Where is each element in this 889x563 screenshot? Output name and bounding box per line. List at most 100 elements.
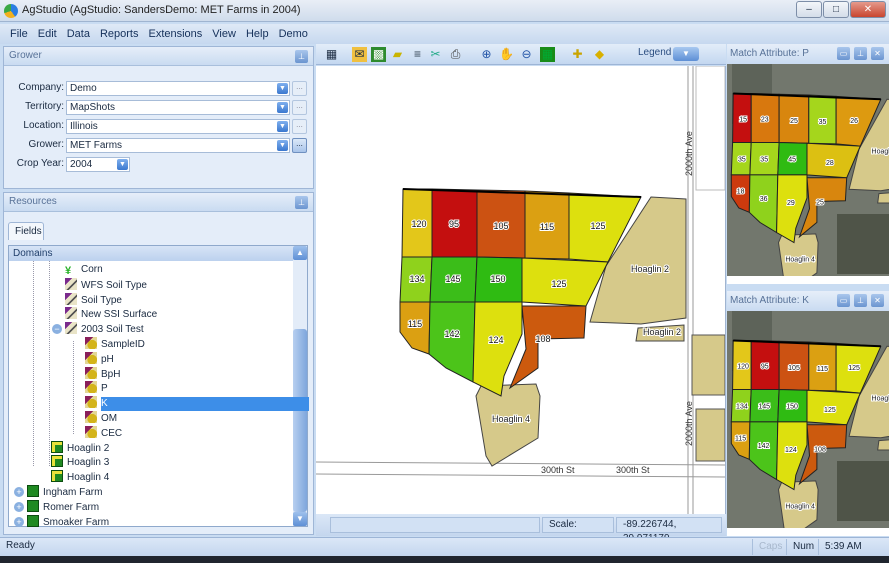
chevron-down-icon[interactable]: ▼ xyxy=(277,83,288,94)
menu-reports[interactable]: Reports xyxy=(100,24,139,44)
scroll-up-button[interactable]: ▲ xyxy=(293,246,307,260)
expand-icon[interactable]: + xyxy=(14,516,24,527)
map-status-bar: Scale: -89.226744, 39.971179 xyxy=(316,514,726,544)
tree-item[interactable]: New SSI Surface xyxy=(65,307,157,321)
tree-item[interactable]: BpH xyxy=(85,366,120,381)
scroll-down-button[interactable]: ▼ xyxy=(293,512,307,526)
zone-value-label: 142 xyxy=(444,329,459,339)
tree-item-label: SampleID xyxy=(101,339,145,350)
chevron-down-icon[interactable]: ▼ xyxy=(277,102,288,113)
maximize-button[interactable]: □ xyxy=(823,1,849,18)
menu-extensions[interactable]: Extensions xyxy=(148,24,202,44)
menu-data[interactable]: Data xyxy=(67,24,90,44)
pin-icon[interactable]: ⊥ xyxy=(854,47,867,60)
zone-value-label: 115 xyxy=(408,319,422,329)
pan-hand-icon[interactable]: ✋ xyxy=(499,47,514,62)
pin-icon[interactable]: ⊥ xyxy=(295,50,308,63)
browse-button[interactable]: ... xyxy=(292,138,307,153)
zoom-out-icon[interactable]: ⊖ xyxy=(519,47,534,62)
field-icon xyxy=(51,455,63,468)
measure-icon[interactable]: ≡ xyxy=(410,47,425,62)
menu-help[interactable]: Help xyxy=(246,24,269,44)
expand-icon[interactable]: + xyxy=(14,487,24,497)
tree-item-label: Hoaglin 4 xyxy=(67,472,110,484)
tree-item[interactable]: K xyxy=(85,396,309,412)
zone-value-label: 125 xyxy=(824,407,836,414)
zone-value-label: 45 xyxy=(788,156,796,163)
menu-demo[interactable]: Demo xyxy=(279,24,308,44)
attribute-icon xyxy=(85,425,97,438)
tree-item[interactable]: Soil Type xyxy=(65,292,122,307)
minimize-button[interactable]: – xyxy=(796,1,822,18)
close-icon[interactable]: ✕ xyxy=(871,47,884,60)
tree-scrollbar[interactable]: ▲ ▼ xyxy=(293,246,307,526)
match-attribute-p-panel: Match Attribute: P ▭ ⊥ ✕ 15 23 25 35 26 35 35 45 2… xyxy=(727,44,889,284)
tree-item[interactable]: pH xyxy=(85,351,114,366)
tree-guide xyxy=(49,261,50,466)
menu-file[interactable]: File xyxy=(10,24,28,44)
field-label-hoaglin-4: Hoaglin 4 xyxy=(785,256,815,263)
road-300th-st xyxy=(727,276,889,284)
tree-item[interactable]: Hoaglin 2 xyxy=(51,440,110,455)
menu-edit[interactable]: Edit xyxy=(38,24,57,44)
select-icon[interactable]: ◆ xyxy=(592,47,607,62)
window-icon[interactable]: ▭ xyxy=(837,294,850,307)
tree-item[interactable]: + Romer Farm xyxy=(14,499,99,514)
field-icon xyxy=(51,440,63,453)
menu-view[interactable]: View xyxy=(212,24,236,44)
pin-icon[interactable]: ⊥ xyxy=(295,196,308,209)
tree-item[interactable]: Hoaglin 4 xyxy=(51,470,109,484)
crosshair-icon[interactable]: ✚ xyxy=(570,47,585,62)
chevron-down-icon[interactable]: ▼ xyxy=(277,140,288,151)
extent-icon[interactable]: ▦ xyxy=(540,47,555,62)
image-layer-icon[interactable]: ▩ xyxy=(371,47,386,62)
expand-icon[interactable]: + xyxy=(14,501,24,512)
combo-value: Illinois xyxy=(70,121,98,132)
pin-icon[interactable]: ⊥ xyxy=(854,294,867,307)
close-button[interactable]: ✕ xyxy=(850,1,886,18)
tree-item[interactable]: SampleID xyxy=(85,337,145,351)
map-canvas[interactable]: 2000th Ave 2000th Ave 300th St 300th St 120 9… xyxy=(315,65,726,514)
location-combo[interactable]: Illinois ▼ xyxy=(66,119,290,134)
attribute-icon xyxy=(85,396,97,409)
tree-header-domains[interactable]: Domains xyxy=(9,246,293,261)
split-icon[interactable]: ✂ xyxy=(428,47,443,62)
crop-year-combo[interactable]: 2004 ▼ xyxy=(66,157,130,172)
browse-button[interactable]: ... xyxy=(292,119,307,134)
browse-button[interactable]: ... xyxy=(292,100,307,115)
tree-item[interactable]: − 2003 Soil Test xyxy=(52,322,144,336)
tree-item[interactable]: + Smoaker Farm xyxy=(14,514,109,529)
status-ready: Ready xyxy=(6,540,35,551)
tree-item[interactable]: OM xyxy=(85,411,117,425)
company-label: Company: xyxy=(18,82,64,93)
browse-button[interactable]: ... xyxy=(292,81,307,96)
print-icon[interactable]: ⎙ xyxy=(448,47,463,62)
tree-item[interactable]: CEC xyxy=(85,425,122,440)
legend-dropdown[interactable]: ▼ xyxy=(673,47,699,61)
window-icon[interactable]: ▭ xyxy=(837,47,850,60)
clock: 5:39 AM xyxy=(818,539,868,555)
crop-year-label: Crop Year: xyxy=(16,158,64,169)
tree-item[interactable]: ¥ Corn xyxy=(65,263,103,277)
territory-combo[interactable]: MapShots ▼ xyxy=(66,100,290,115)
chevron-down-icon[interactable]: ▼ xyxy=(117,159,128,170)
field-layer-icon[interactable]: ▰ xyxy=(390,47,405,62)
tree-item-label: Hoaglin 2 xyxy=(67,442,110,454)
close-icon[interactable]: ✕ xyxy=(871,294,884,307)
tree-item[interactable]: P xyxy=(85,381,108,395)
tab-fields[interactable]: Fields xyxy=(8,222,44,240)
tree-guide xyxy=(33,261,34,466)
road-300th-st xyxy=(315,461,726,466)
open-layer-icon[interactable]: ✉ xyxy=(352,47,367,62)
chevron-down-icon[interactable]: ▼ xyxy=(277,121,288,132)
tree-item[interactable]: + Ingham Farm xyxy=(14,485,102,499)
zone-value-label: 145 xyxy=(445,274,460,284)
collapse-icon[interactable]: − xyxy=(52,324,62,335)
grower-combo[interactable]: MET Farms ▼ xyxy=(66,138,290,153)
tree-item[interactable]: WFS Soil Type xyxy=(65,277,147,292)
company-combo[interactable]: Demo ▼ xyxy=(66,81,290,96)
properties-icon[interactable]: ▦ xyxy=(324,47,339,62)
zoom-in-icon[interactable]: ⊕ xyxy=(479,47,494,62)
scroll-thumb[interactable] xyxy=(293,329,307,512)
tree-item[interactable]: Hoaglin 3 xyxy=(51,455,109,469)
